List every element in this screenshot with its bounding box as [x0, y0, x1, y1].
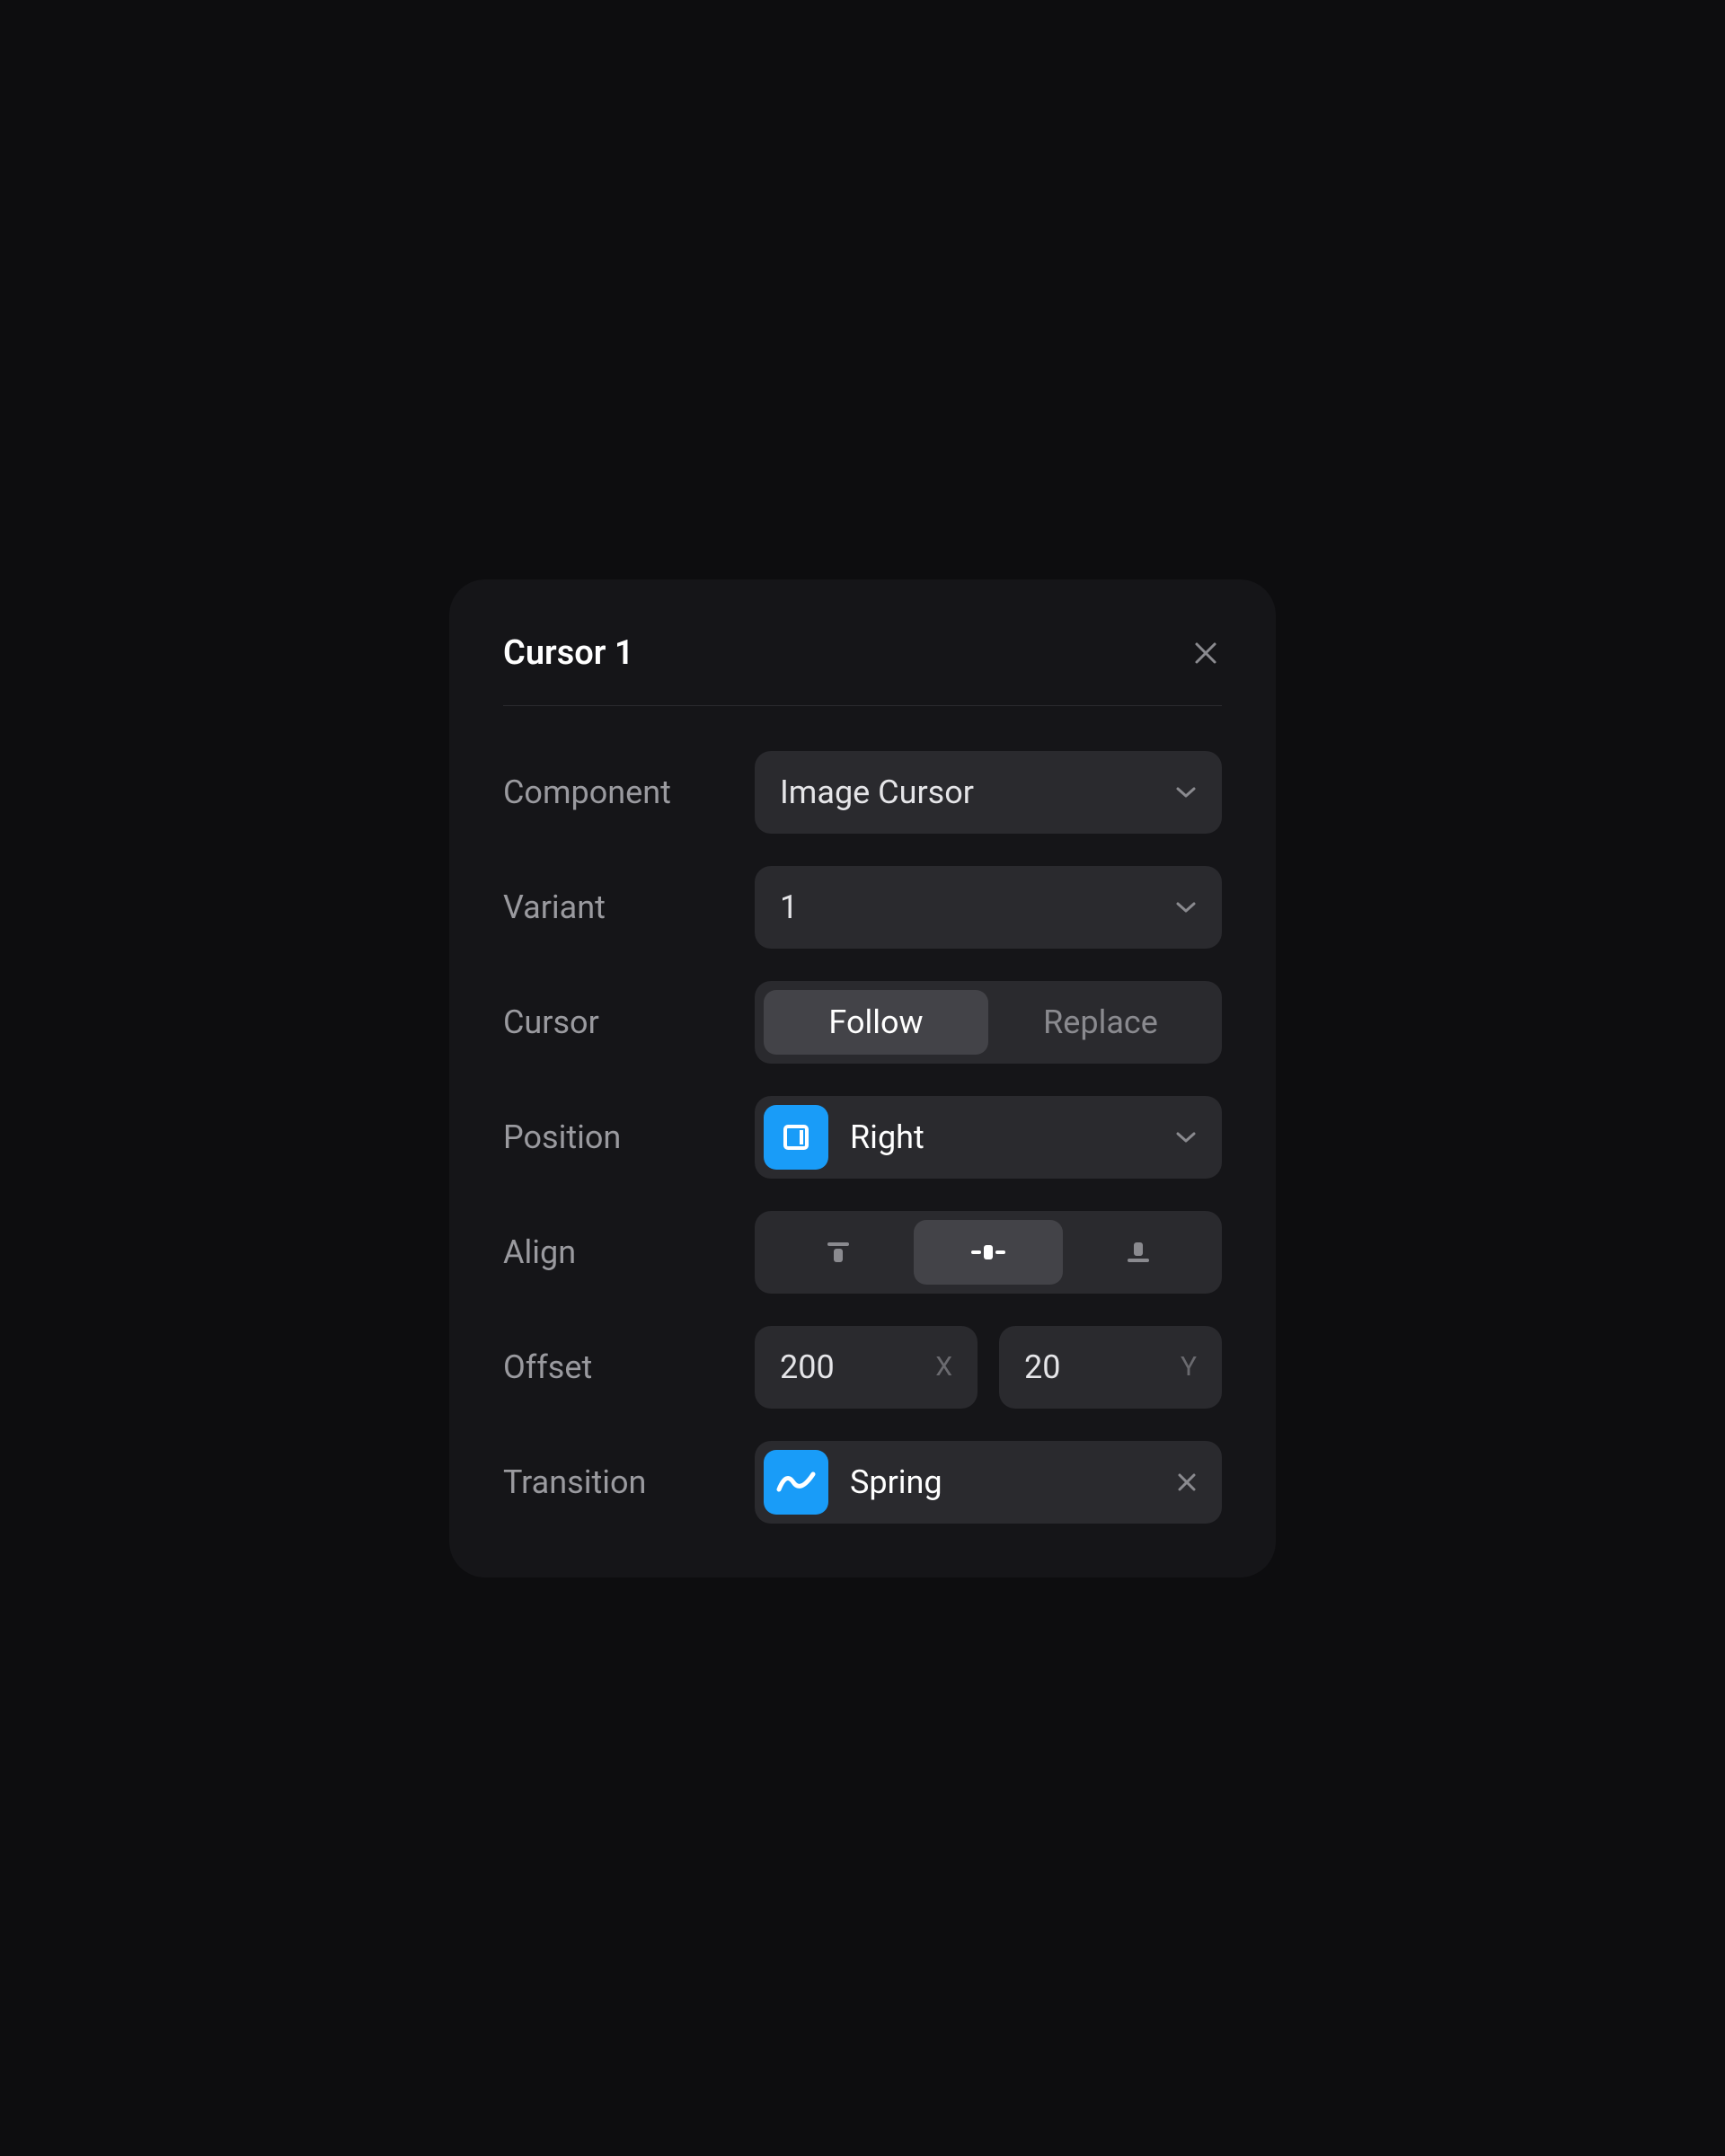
close-icon	[1194, 641, 1217, 665]
cursor-replace-segment[interactable]: Replace	[988, 990, 1213, 1055]
transition-value: Spring	[850, 1463, 1177, 1501]
cursor-segmented: Follow Replace	[755, 981, 1222, 1064]
cursor-row: Cursor Follow Replace	[503, 981, 1222, 1064]
offset-label: Offset	[503, 1348, 755, 1386]
offset-y-input[interactable]: 20 Y	[999, 1326, 1222, 1409]
transition-select[interactable]: Spring	[755, 1441, 1222, 1524]
align-bottom-icon	[1122, 1236, 1154, 1268]
panel-title: Cursor 1	[503, 633, 634, 673]
align-row: Align	[503, 1211, 1222, 1294]
chevron-down-icon	[1175, 1131, 1197, 1144]
offset-x-value: 200	[780, 1348, 935, 1386]
panel-header: Cursor 1	[503, 633, 1222, 706]
chevron-down-icon	[1175, 786, 1197, 799]
position-select[interactable]: Right	[755, 1096, 1222, 1179]
align-segmented	[755, 1211, 1222, 1294]
align-top-icon	[822, 1236, 854, 1268]
chevron-down-icon	[1175, 901, 1197, 914]
component-row: Component Image Cursor	[503, 751, 1222, 834]
position-row: Position Right	[503, 1096, 1222, 1179]
align-bottom-segment[interactable]	[1063, 1220, 1213, 1285]
cursor-panel: Cursor 1 Component Image Cursor Variant …	[449, 579, 1276, 1577]
transition-remove-button[interactable]	[1177, 1468, 1197, 1497]
position-right-icon	[778, 1119, 814, 1155]
align-middle-icon	[969, 1236, 1008, 1268]
spring-icon	[776, 1470, 816, 1495]
variant-value: 1	[780, 888, 1175, 926]
component-value: Image Cursor	[780, 773, 1175, 811]
transition-icon-box	[764, 1450, 828, 1515]
align-middle-segment[interactable]	[914, 1220, 1064, 1285]
close-icon	[1177, 1472, 1197, 1492]
align-label: Align	[503, 1233, 755, 1271]
transition-label: Transition	[503, 1463, 755, 1501]
close-button[interactable]	[1190, 637, 1222, 669]
position-icon-box	[764, 1105, 828, 1170]
offset-y-value: 20	[1024, 1348, 1181, 1386]
offset-group: 200 X 20 Y	[755, 1326, 1222, 1409]
variant-select[interactable]: 1	[755, 866, 1222, 949]
variant-label: Variant	[503, 888, 755, 926]
position-value: Right	[850, 1118, 1175, 1156]
component-select[interactable]: Image Cursor	[755, 751, 1222, 834]
transition-row: Transition Spring	[503, 1441, 1222, 1524]
offset-y-suffix: Y	[1181, 1351, 1197, 1383]
position-label: Position	[503, 1118, 755, 1156]
component-label: Component	[503, 773, 755, 811]
offset-x-input[interactable]: 200 X	[755, 1326, 978, 1409]
variant-row: Variant 1	[503, 866, 1222, 949]
offset-x-suffix: X	[935, 1351, 952, 1383]
offset-row: Offset 200 X 20 Y	[503, 1326, 1222, 1409]
cursor-follow-segment[interactable]: Follow	[764, 990, 988, 1055]
align-top-segment[interactable]	[764, 1220, 914, 1285]
cursor-label: Cursor	[503, 1003, 755, 1041]
